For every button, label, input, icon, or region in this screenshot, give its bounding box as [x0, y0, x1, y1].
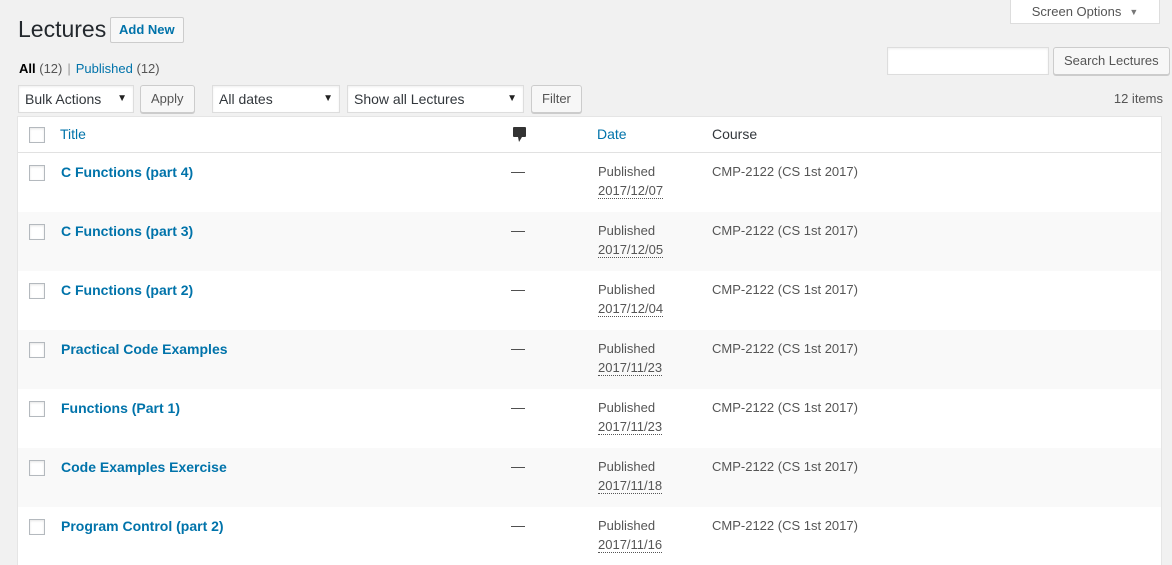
lecture-title-link[interactable]: Program Control (part 2): [61, 518, 224, 534]
row-checkbox[interactable]: [29, 401, 45, 417]
row-checkbox[interactable]: [29, 165, 45, 181]
search-lectures-button[interactable]: Search Lectures: [1053, 47, 1170, 75]
lecture-title-link[interactable]: Code Examples Exercise: [61, 459, 227, 475]
screen-options-button[interactable]: Screen Options ▼: [1010, 0, 1160, 24]
caret-down-icon: ▼: [507, 93, 517, 104]
row-checkbox[interactable]: [29, 224, 45, 240]
view-separator: |: [67, 61, 71, 76]
apply-button[interactable]: Apply: [140, 85, 195, 113]
view-filters: All (12) | Published (12): [19, 61, 160, 76]
comment-count: —: [511, 399, 525, 415]
post-date: 2017/12/05: [598, 242, 664, 258]
view-all[interactable]: All (12): [19, 61, 62, 76]
comment-bubble-icon: [513, 127, 527, 146]
comment-count: —: [511, 517, 525, 533]
post-date: 2017/11/23: [598, 360, 663, 376]
bulk-actions-value: Bulk Actions: [25, 91, 102, 107]
lectures-table: Title Date Course C Functions (part 4) —…: [17, 116, 1162, 565]
course-name: CMP-2122 (CS 1st 2017): [712, 223, 858, 238]
row-checkbox[interactable]: [29, 460, 45, 476]
post-date: 2017/12/04: [598, 301, 664, 317]
row-checkbox[interactable]: [29, 283, 45, 299]
lecture-title-link[interactable]: C Functions (part 2): [61, 282, 193, 298]
lectures-select[interactable]: Show all Lectures ▼: [347, 85, 524, 113]
table-row: Functions (Part 1) — Published 2017/11/2…: [18, 389, 1161, 448]
lectures-value: Show all Lectures: [354, 91, 465, 107]
table-header: Title Date Course: [18, 117, 1161, 153]
post-status: Published: [598, 164, 656, 179]
view-published[interactable]: Published (12): [76, 61, 160, 76]
row-checkbox[interactable]: [29, 519, 45, 535]
dates-value: All dates: [219, 91, 273, 107]
table-row: Program Control (part 2) — Published 201…: [18, 507, 1161, 565]
item-count: 12 items: [1113, 91, 1163, 106]
table-row: Code Examples Exercise — Published 2017/…: [18, 448, 1161, 507]
post-status: Published: [598, 341, 656, 356]
bulk-actions-select[interactable]: Bulk Actions ▼: [18, 85, 134, 113]
post-status: Published: [598, 518, 656, 533]
post-status: Published: [598, 282, 656, 297]
caret-down-icon: ▼: [323, 93, 333, 104]
post-date: 2017/11/23: [598, 419, 663, 435]
comment-count: —: [511, 222, 525, 238]
course-name: CMP-2122 (CS 1st 2017): [712, 282, 858, 297]
course-name: CMP-2122 (CS 1st 2017): [712, 459, 858, 474]
column-course: Course: [712, 126, 758, 142]
page-title: Lectures: [18, 16, 107, 42]
column-date[interactable]: Date: [597, 126, 627, 142]
comment-count: —: [511, 340, 525, 356]
caret-down-icon: ▼: [117, 93, 127, 104]
dates-select[interactable]: All dates ▼: [212, 85, 340, 113]
select-all-checkbox[interactable]: [29, 127, 45, 143]
search-input[interactable]: [887, 47, 1049, 75]
comment-count: —: [511, 163, 525, 179]
row-checkbox[interactable]: [29, 342, 45, 358]
lecture-title-link[interactable]: Functions (Part 1): [61, 400, 180, 416]
table-row: C Functions (part 2) — Published 2017/12…: [18, 271, 1161, 330]
course-name: CMP-2122 (CS 1st 2017): [712, 518, 858, 533]
add-new-button[interactable]: Add New: [110, 17, 184, 43]
table-row: C Functions (part 3) — Published 2017/12…: [18, 212, 1161, 271]
course-name: CMP-2122 (CS 1st 2017): [712, 341, 858, 356]
post-status: Published: [598, 223, 656, 238]
comment-count: —: [511, 458, 525, 474]
course-name: CMP-2122 (CS 1st 2017): [712, 400, 858, 415]
caret-down-icon: ▼: [1129, 6, 1139, 17]
post-date: 2017/11/18: [598, 478, 663, 494]
screen-options-label: Screen Options: [1031, 4, 1122, 19]
lecture-title-link[interactable]: C Functions (part 4): [61, 164, 193, 180]
post-date: 2017/12/07: [598, 183, 664, 199]
course-name: CMP-2122 (CS 1st 2017): [712, 164, 858, 179]
column-title[interactable]: Title: [60, 126, 86, 142]
lecture-title-link[interactable]: Practical Code Examples: [61, 341, 228, 357]
post-status: Published: [598, 459, 656, 474]
post-date: 2017/11/16: [598, 537, 663, 553]
table-body: C Functions (part 4) — Published 2017/12…: [18, 153, 1161, 565]
comment-count: —: [511, 281, 525, 297]
table-row: C Functions (part 4) — Published 2017/12…: [18, 153, 1161, 212]
post-status: Published: [598, 400, 656, 415]
lecture-title-link[interactable]: C Functions (part 3): [61, 223, 193, 239]
table-row: Practical Code Examples — Published 2017…: [18, 330, 1161, 389]
filter-button[interactable]: Filter: [531, 85, 582, 113]
